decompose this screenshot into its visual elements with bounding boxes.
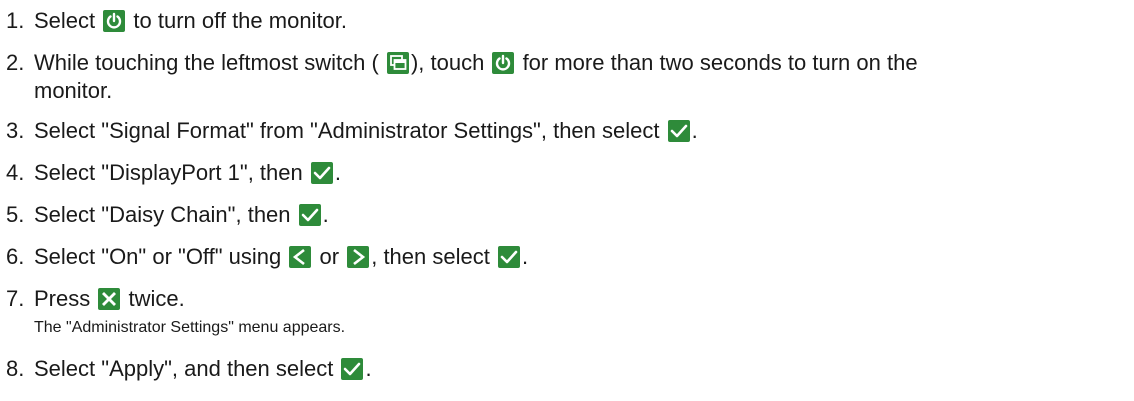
check-icon: [298, 204, 321, 226]
instruction-steps: 1. Select to turn off the monitor. 2. Whil…: [0, 0, 1134, 401]
step-number: 7.: [6, 286, 25, 311]
step-text: .: [365, 356, 372, 381]
close-icon: [98, 288, 121, 310]
power-icon: [492, 52, 515, 74]
step-5: 5. Select "Daisy Chain", then .: [6, 202, 1128, 228]
step-text: monitor.: [34, 78, 113, 103]
step-text: .: [521, 244, 529, 269]
step-7: 7. Press twice.: [6, 286, 1128, 312]
step-text: .: [322, 202, 329, 227]
step-text: twice.: [128, 286, 185, 311]
step-text: Select "On" or "Off" using: [34, 244, 282, 269]
step-7-note: The "Administrator Settings" menu appear…: [6, 318, 1128, 338]
step-6: 6. Select "On" or "Off" using or , then s…: [6, 244, 1128, 270]
step-text: Select "Daisy Chain", then: [34, 202, 291, 227]
step-1: 1. Select to turn off the monitor.: [6, 8, 1128, 34]
step-text: for more than two seconds to turn on the: [522, 50, 918, 75]
step-text: While touching the leftmost switch (: [34, 50, 379, 75]
step-text: to turn off the monitor.: [133, 8, 348, 33]
check-icon: [667, 120, 690, 142]
step-number: 4.: [6, 160, 25, 185]
check-icon: [310, 162, 333, 184]
step-number: 2.: [6, 50, 25, 75]
check-icon: [497, 246, 520, 268]
check-icon: [341, 358, 364, 380]
step-text: ), touch: [410, 50, 485, 75]
input-switch-icon: [386, 52, 409, 74]
left-arrow-icon: [289, 246, 312, 268]
step-text: Select: [34, 8, 96, 33]
step-4: 4. Select "DisplayPort 1", then .: [6, 160, 1128, 186]
step-number: 1.: [6, 8, 25, 33]
step-number: 8.: [6, 356, 25, 381]
step-text: Press: [34, 286, 91, 311]
step-text: .: [691, 118, 698, 143]
step-text: , then select: [371, 244, 490, 269]
step-8: 8. Select "Apply", and then select .: [6, 356, 1128, 382]
step-text: Select "Apply", and then select: [34, 356, 334, 381]
step-number: 5.: [6, 202, 25, 227]
step-text: or: [319, 244, 340, 269]
right-arrow-icon: [347, 246, 370, 268]
power-icon: [103, 10, 126, 32]
step-2: 2. While touching the leftmost switch ( )…: [6, 50, 1128, 76]
step-text: .: [334, 160, 341, 185]
step-text: Select "Signal Format" from "Administrat…: [34, 118, 660, 143]
step-number: 3.: [6, 118, 25, 143]
step-text: Select "DisplayPort 1", then: [34, 160, 303, 185]
step-note: The "Administrator Settings" menu appear…: [34, 319, 346, 336]
step-number: 6.: [6, 244, 25, 269]
step-2-continued: monitor.: [6, 78, 1128, 104]
step-3: 3. Select "Signal Format" from "Administr…: [6, 118, 1128, 144]
